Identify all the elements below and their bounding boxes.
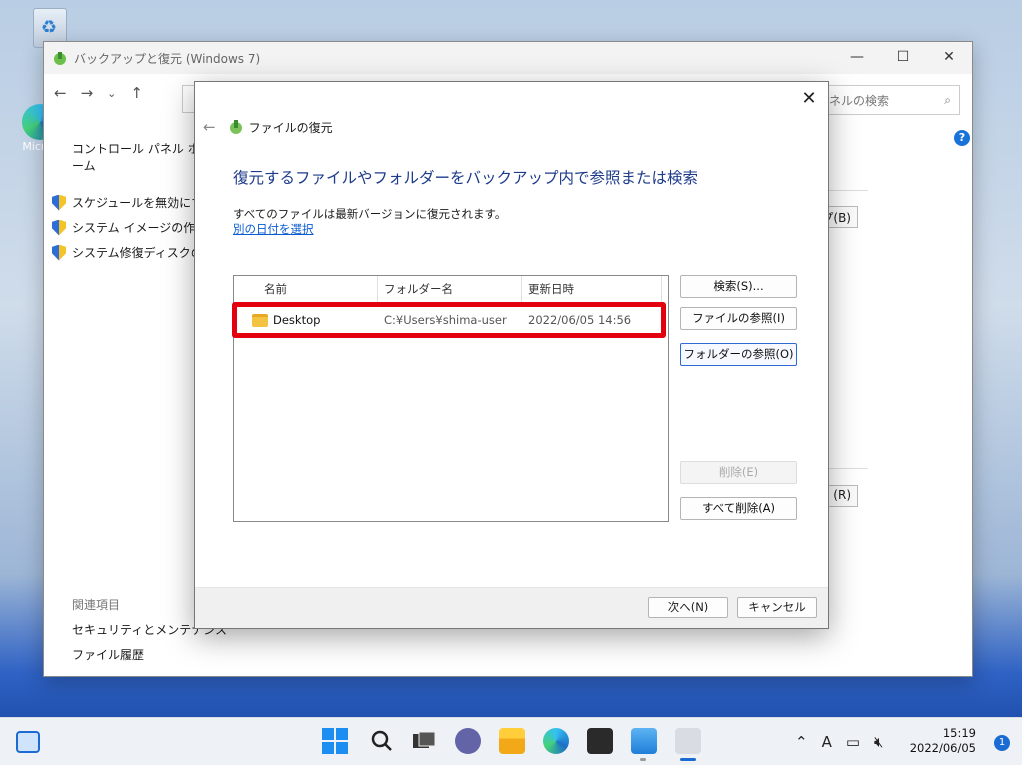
choose-date-link[interactable]: 別の日付を選択 <box>233 221 314 237</box>
chat-icon[interactable] <box>455 728 481 754</box>
store-icon[interactable] <box>587 728 613 754</box>
cp-search-placeholder: ネルの検索 <box>829 93 890 108</box>
restore-files-icon <box>229 120 242 134</box>
browse-folders-button[interactable]: フォルダーの参照(O) <box>680 343 797 366</box>
clock-time: 15:19 <box>942 726 976 740</box>
help-icon[interactable]: ? <box>954 130 970 146</box>
backup-app-icon <box>54 52 66 65</box>
clock-date: 2022/06/05 <box>909 741 976 755</box>
next-button[interactable]: 次へ(N) <box>648 597 728 618</box>
restore-files-dialog: ✕ ← ファイルの復元 復元するファイルやフォルダーをバックアップ内で参照または… <box>194 81 829 629</box>
maximize-icon[interactable]: ☐ <box>880 42 926 72</box>
search-button[interactable]: 検索(S)... <box>680 275 797 298</box>
edge-icon[interactable] <box>543 728 569 754</box>
cp-nav-buttons: ← → ⌄ ↑ <box>54 84 143 102</box>
remove-all-button[interactable]: すべて削除(A) <box>680 497 797 520</box>
forward-arrow-icon[interactable]: → <box>81 84 94 102</box>
sidebar-item-repair-disc[interactable]: システム修復ディスクの作成 <box>52 244 227 261</box>
back-arrow-icon[interactable]: ← <box>203 118 216 136</box>
cp-titlebar: バックアップと復元 (Windows 7) <box>44 42 972 74</box>
divider <box>828 468 868 469</box>
task-view-icon[interactable] <box>411 728 437 754</box>
divider <box>828 190 868 191</box>
recent-dropdown-icon[interactable]: ⌄ <box>107 87 116 100</box>
dialog-header-label: ファイルの復元 <box>248 120 333 135</box>
notification-badge[interactable]: 1 <box>994 735 1010 751</box>
search-icon: ⌕ <box>944 92 951 107</box>
list-header: 名前 フォルダー名 更新日時 <box>234 276 668 302</box>
search-icon[interactable] <box>369 728 395 754</box>
column-header-date[interactable]: 更新日時 <box>522 276 662 302</box>
back-arrow-icon[interactable]: ← <box>54 84 67 102</box>
column-header-folder[interactable]: フォルダー名 <box>378 276 522 302</box>
dialog-footer: 次へ(N) キャンセル <box>195 587 828 628</box>
running-indicator <box>640 758 646 761</box>
taskbar: ⌃ A ▭ 🔇︎ 15:19 2022/06/05 1 <box>0 717 1022 765</box>
control-panel-icon[interactable] <box>631 728 657 754</box>
sidebar-item-label: システム イメージの作成 <box>72 221 208 235</box>
browse-files-button[interactable]: ファイルの参照(I) <box>680 307 797 330</box>
cp-search-box[interactable]: ネルの検索 ⌕ <box>820 85 960 115</box>
backup-restore-icon[interactable] <box>675 728 701 754</box>
cp-home-link[interactable]: コントロール パネル ホーム <box>72 140 202 174</box>
info-text: すべてのファイルは最新バージョンに復元されます。 <box>233 207 507 221</box>
system-tray: ⌃ A ▭ 🔇︎ <box>795 718 883 765</box>
column-header-name[interactable]: 名前 <box>234 276 378 302</box>
minimize-icon[interactable]: — <box>834 42 880 72</box>
related-link-file-history[interactable]: ファイル履歴 <box>72 646 227 663</box>
sidebar-item-create-image[interactable]: システム イメージの作成 <box>52 219 207 236</box>
cp-window-title: バックアップと復元 (Windows 7) <box>74 51 261 66</box>
clock[interactable]: 15:19 2022/06/05 <box>910 726 976 756</box>
shield-icon <box>52 219 66 236</box>
ime-indicator[interactable]: A <box>822 733 832 751</box>
sidebar-item-disable-schedule[interactable]: スケジュールを無効にする <box>52 194 215 211</box>
file-explorer-icon[interactable] <box>499 728 525 754</box>
shield-icon <box>52 194 66 211</box>
cancel-button[interactable]: キャンセル <box>737 597 817 618</box>
restore-button[interactable]: (R) <box>827 485 858 507</box>
close-icon[interactable]: ✕ <box>796 86 822 112</box>
dialog-header: ← ファイルの復元 <box>203 118 333 136</box>
shield-icon <box>52 244 66 261</box>
page-title: 復元するファイルやフォルダーをバックアップ内で参照または検索 <box>233 169 699 187</box>
widgets-icon[interactable] <box>16 731 40 753</box>
cp-sidebar: コントロール パネル ホーム スケジュールを無効にする システム イメージの作成… <box>52 140 227 269</box>
active-app-indicator <box>680 758 696 761</box>
network-icon[interactable]: ▭ <box>846 733 860 751</box>
highlight-box <box>232 302 666 338</box>
up-arrow-icon[interactable]: ↑ <box>130 84 143 102</box>
chevron-up-icon[interactable]: ⌃ <box>795 733 808 751</box>
close-icon[interactable]: ✕ <box>926 42 972 72</box>
volume-muted-icon[interactable]: 🔇︎ <box>874 733 883 751</box>
cp-window-controls: — ☐ ✕ <box>834 42 972 72</box>
start-icon[interactable] <box>322 728 348 754</box>
remove-button[interactable]: 削除(E) <box>680 461 797 484</box>
